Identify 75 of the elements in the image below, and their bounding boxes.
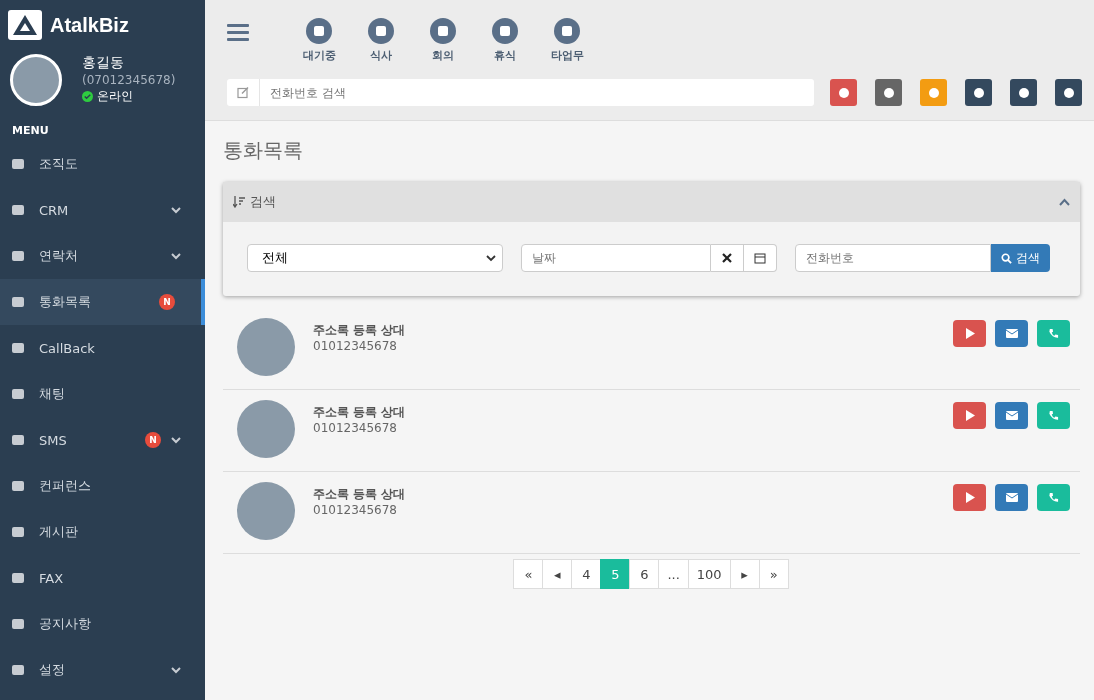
- menu-item[interactable]: 공지사항: [0, 601, 205, 647]
- call-button[interactable]: [1037, 320, 1070, 347]
- user-name: 홍길동: [82, 54, 125, 72]
- menu-item[interactable]: 조직도: [0, 141, 205, 187]
- page-title: 통화목록: [223, 137, 304, 164]
- user-phone: (07012345678): [82, 73, 176, 87]
- page-button[interactable]: 100: [687, 559, 731, 589]
- telephone-button[interactable]: [965, 79, 992, 106]
- disc-button[interactable]: [1055, 79, 1082, 106]
- play-button[interactable]: [953, 484, 986, 511]
- call-button[interactable]: [1037, 402, 1070, 429]
- brand-name: AtalkBiz: [50, 13, 129, 37]
- page-button[interactable]: 4: [571, 559, 602, 589]
- menu-item[interactable]: FAX: [0, 555, 205, 601]
- contact-name: 주소록 등록 상대: [313, 404, 407, 421]
- menu-item[interactable]: CRM: [0, 187, 205, 233]
- user-status: 온라인: [97, 88, 133, 105]
- page-button[interactable]: »: [758, 559, 789, 589]
- status-button[interactable]: 휴식: [485, 18, 525, 63]
- calendar-icon: [754, 252, 766, 264]
- search-button[interactable]: 검색: [991, 244, 1050, 272]
- status-button[interactable]: 대기중: [299, 18, 339, 63]
- sort-icon: [233, 196, 245, 208]
- play-icon: [964, 328, 975, 339]
- close-icon: [722, 253, 732, 263]
- page-button[interactable]: «: [513, 559, 544, 589]
- new-badge: N: [145, 432, 161, 448]
- avatar: [10, 54, 62, 106]
- play-button[interactable]: [953, 320, 986, 347]
- play-button[interactable]: [953, 402, 986, 429]
- sign-out-button[interactable]: [1010, 79, 1037, 106]
- menu-item[interactable]: SMS N: [0, 417, 205, 463]
- menu-item[interactable]: 연락처: [0, 233, 205, 279]
- avatar: [237, 400, 295, 458]
- chevron-down-icon: [486, 254, 496, 262]
- status-button[interactable]: 식사: [361, 18, 401, 63]
- page-button[interactable]: 6: [629, 559, 660, 589]
- phone-button[interactable]: [830, 79, 857, 106]
- menu-item[interactable]: 게시판: [0, 509, 205, 555]
- menu-item[interactable]: 통화목록 N: [0, 279, 205, 325]
- status-button[interactable]: 타업무: [547, 18, 587, 63]
- page-button[interactable]: ◂: [542, 559, 573, 589]
- clear-button[interactable]: [711, 244, 744, 272]
- contact-name: 주소록 등록 상대: [313, 322, 407, 339]
- avatar: [237, 318, 295, 376]
- grid-button[interactable]: [875, 79, 902, 106]
- new-badge: N: [159, 294, 175, 310]
- contact-number: 01012345678: [313, 339, 398, 353]
- play-icon: [964, 410, 975, 421]
- star-button[interactable]: [920, 79, 947, 106]
- message-button[interactable]: [995, 484, 1028, 511]
- contact-number: 01012345678: [313, 503, 398, 517]
- play-icon: [964, 492, 975, 503]
- message-button[interactable]: [995, 320, 1028, 347]
- chevron-up-icon[interactable]: [1059, 198, 1070, 206]
- menu-item[interactable]: 컨퍼런스: [0, 463, 205, 509]
- menu-item[interactable]: 설정: [0, 647, 205, 693]
- page-button[interactable]: ...: [658, 559, 689, 589]
- menu-heading: MENU: [11, 123, 50, 139]
- filter-select[interactable]: 전체: [247, 244, 503, 272]
- menu-icon[interactable]: [227, 23, 249, 41]
- message-button[interactable]: [995, 402, 1028, 429]
- contact-number: 01012345678: [313, 421, 398, 435]
- contact-name: 주소록 등록 상대: [313, 486, 407, 503]
- page-button[interactable]: ▸: [729, 559, 760, 589]
- status-button[interactable]: 회의: [423, 18, 463, 63]
- date-field[interactable]: 날짜: [521, 244, 711, 272]
- logo-icon: [8, 10, 42, 40]
- call-button[interactable]: [1037, 484, 1070, 511]
- phone-number-field[interactable]: 전화번호: [795, 244, 991, 272]
- menu-item[interactable]: 채팅: [0, 371, 205, 417]
- menu-item[interactable]: CallBack: [0, 325, 205, 371]
- search-panel-header[interactable]: 검색: [223, 182, 1080, 222]
- avatar: [237, 482, 295, 540]
- search-icon: [1001, 252, 1012, 264]
